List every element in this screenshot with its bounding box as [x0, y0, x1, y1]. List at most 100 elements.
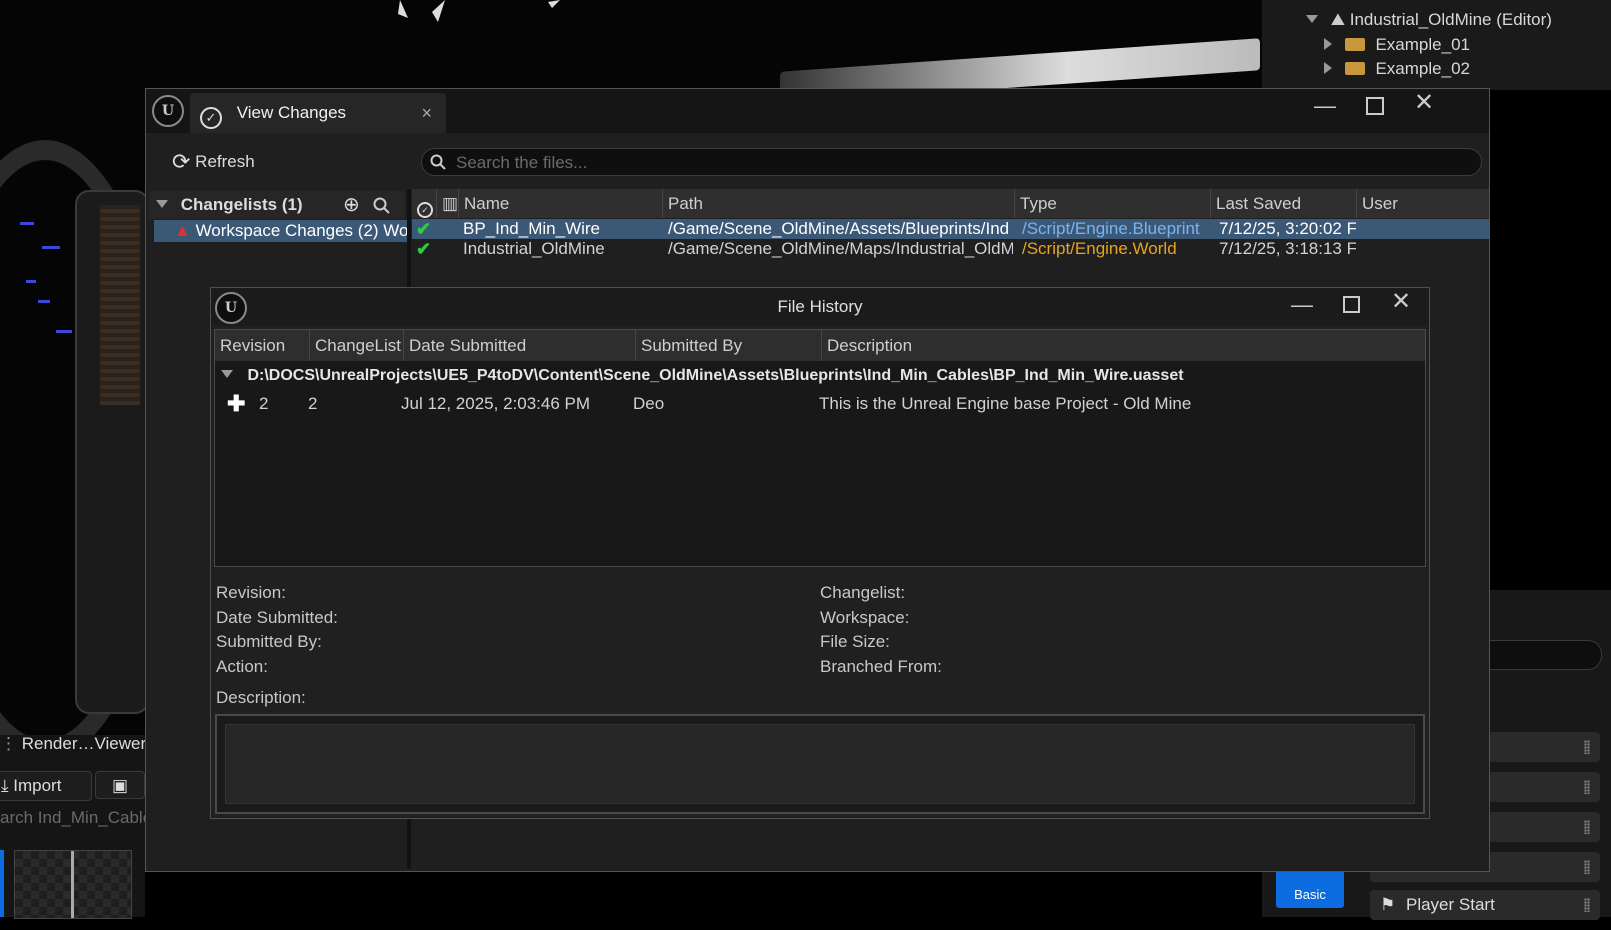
close-button[interactable]: ✕ — [1391, 290, 1411, 314]
tab-close-button[interactable]: × — [421, 93, 432, 133]
refresh-label: Refresh — [195, 152, 255, 171]
minimize-button[interactable]: — — [1314, 95, 1336, 117]
column-header-last-saved[interactable]: Last Saved — [1210, 189, 1356, 218]
changelists-header[interactable]: Changelists (1) ⊕ — [149, 191, 405, 219]
column-header-type[interactable]: Type — [1014, 189, 1210, 218]
basic-label: Basic — [1294, 887, 1326, 902]
check-circle-icon: ✓ — [417, 202, 433, 218]
level-icon: ⛰ — [1330, 10, 1346, 29]
detail-label-revision: Revision: — [216, 583, 286, 602]
file-type: /Script/Engine.World — [1022, 239, 1177, 258]
description-label: Description: — [216, 688, 306, 707]
history-file-row[interactable]: D:\DOCS\UnrealProjects\UE5_P4toDV\Conten… — [221, 367, 1184, 385]
viewport-blue-mark — [38, 300, 50, 303]
details-right: Changelist: Workspace: File Size: Branch… — [820, 581, 942, 679]
outliner-item-label: Example_01 — [1375, 35, 1470, 54]
viewport-blue-mark — [26, 280, 36, 283]
details-left: Revision: Date Submitted: Submitted By: … — [216, 581, 338, 679]
render-viewer-tab[interactable]: ⋮ Render…Viewer — [0, 734, 146, 754]
file-row[interactable]: ✔ Industrial_OldMine /Game/Scene_OldMine… — [412, 239, 1489, 259]
outliner-item[interactable]: Example_01 — [1324, 33, 1470, 57]
column-header-description[interactable]: Description — [821, 330, 1425, 361]
tab-title: View Changes — [236, 103, 347, 122]
viewport-wood-pillar — [100, 205, 140, 405]
outliner-root-label: Industrial_OldMine (Editor) — [1349, 10, 1552, 29]
detail-label-submitted-by: Submitted By: — [216, 632, 322, 651]
history-file-path: D:\DOCS\UnrealProjects\UE5_P4toDV\Conten… — [247, 367, 1184, 384]
actor-list-item-player-start[interactable]: ⚑ Player Start — [1370, 890, 1600, 920]
outliner-root-row[interactable]: ⛰ Industrial_OldMine (Editor) — [1306, 8, 1552, 32]
checkmark-icon: ✔ — [416, 239, 432, 259]
folder-icon — [1344, 38, 1365, 51]
chevron-down-icon[interactable] — [1306, 15, 1318, 23]
history-table: Revision ChangeList Date Submitted Submi… — [214, 329, 1426, 567]
drag-handle-icon[interactable] — [1584, 780, 1590, 794]
description-box — [215, 714, 1425, 814]
revision-number: 2 — [259, 394, 269, 413]
checkout-column-icon[interactable]: ▥ — [436, 189, 458, 218]
revision-row[interactable]: ✚ 2 2 Jul 12, 2025, 2:03:46 PM Deo This … — [215, 393, 1425, 415]
search-icon[interactable] — [373, 197, 391, 215]
column-header-changelist[interactable]: ChangeList — [309, 330, 403, 361]
chevron-down-icon[interactable] — [221, 370, 233, 378]
revision-description: This is the Unreal Engine base Project -… — [819, 394, 1192, 413]
folder-icon — [1344, 62, 1365, 75]
window-titlebar[interactable]: File History — [211, 288, 1429, 326]
grip-icon: ⋮ — [0, 734, 17, 753]
chevron-right-icon[interactable] — [1324, 38, 1332, 50]
import-button[interactable]: ⤓ Import — [0, 771, 92, 801]
viewport-blue-mark — [42, 246, 60, 249]
refresh-button[interactable]: ⟳ Refresh — [172, 149, 255, 175]
import-label: Import — [13, 776, 62, 795]
changelists-title: Changelists (1) — [180, 195, 303, 214]
drag-handle-icon[interactable] — [1584, 898, 1590, 912]
drag-handle-icon[interactable] — [1584, 860, 1590, 874]
wire-preview — [71, 851, 74, 918]
search-input[interactable] — [454, 150, 1458, 176]
column-header-submitted-by[interactable]: Submitted By — [635, 330, 821, 361]
revision-date: Jul 12, 2025, 2:03:46 PM — [401, 394, 591, 413]
files-table-header: ✓ ▥ Name Path Type Last Saved User — [412, 189, 1489, 218]
check-circle-icon: ✓ — [200, 107, 222, 129]
content-search-input[interactable]: arch Ind_Min_Cable — [0, 808, 145, 828]
revision-changelist: 2 — [308, 394, 318, 413]
viewport-blue-mark — [56, 330, 72, 333]
chevron-down-icon[interactable] — [156, 200, 168, 208]
add-circle-icon[interactable]: ⊕ — [343, 191, 360, 219]
detail-label-changelist: Changelist: — [820, 583, 906, 602]
viewport-blue-mark — [20, 222, 34, 225]
file-row[interactable]: ✔ BP_Ind_Min_Wire /Game/Scene_OldMine/As… — [412, 219, 1489, 239]
selection-indicator — [0, 850, 4, 917]
column-header-path[interactable]: Path — [662, 189, 1014, 218]
column-header-date-submitted[interactable]: Date Submitted — [403, 330, 635, 361]
outliner-item-label: Example_02 — [1375, 59, 1470, 78]
file-path: /Game/Scene_OldMine/Assets/Blueprints/In… — [668, 219, 1010, 238]
file-history-window: File History U — ✕ Revision ChangeList D… — [210, 287, 1430, 819]
world-outliner: ⛰ Industrial_OldMine (Editor) Example_01… — [1262, 0, 1611, 90]
chevron-right-icon[interactable] — [1324, 62, 1332, 74]
drag-handle-icon[interactable] — [1584, 820, 1590, 834]
changelist-row-workspace[interactable]: ▲ Workspace Changes (2) Wo — [154, 220, 409, 242]
maximize-button[interactable] — [1343, 296, 1360, 313]
save-button[interactable]: ▣ S — [95, 771, 145, 799]
minimize-button[interactable]: — — [1291, 294, 1313, 316]
detail-label-workspace: Workspace: — [820, 607, 910, 627]
close-button[interactable]: ✕ — [1414, 91, 1434, 115]
maximize-button[interactable] — [1366, 97, 1384, 115]
column-header-revision[interactable]: Revision — [215, 330, 309, 361]
column-header-name[interactable]: Name — [458, 189, 662, 218]
description-text-area[interactable] — [225, 724, 1415, 804]
tab-view-changes[interactable]: ✓ View Changes × — [190, 93, 446, 133]
column-header-user[interactable]: User — [1356, 189, 1489, 218]
search-files-field[interactable] — [421, 148, 1482, 176]
history-table-header: Revision ChangeList Date Submitted Submi… — [215, 330, 1425, 361]
file-last-saved: 7/12/25, 3:20:02 F — [1219, 219, 1356, 238]
drag-handle-icon[interactable] — [1584, 740, 1590, 754]
outliner-item[interactable]: Example_02 — [1324, 57, 1470, 81]
refresh-icon: ⟳ — [172, 149, 191, 174]
asset-thumbnail[interactable] — [14, 850, 132, 919]
status-column-icon[interactable]: ✓ — [412, 189, 436, 218]
file-path: /Game/Scene_OldMine/Maps/Industrial_OldM — [668, 239, 1013, 258]
file-type: /Script/Engine.Blueprint — [1022, 219, 1200, 238]
revision-submitted-by: Deo — [633, 394, 665, 413]
